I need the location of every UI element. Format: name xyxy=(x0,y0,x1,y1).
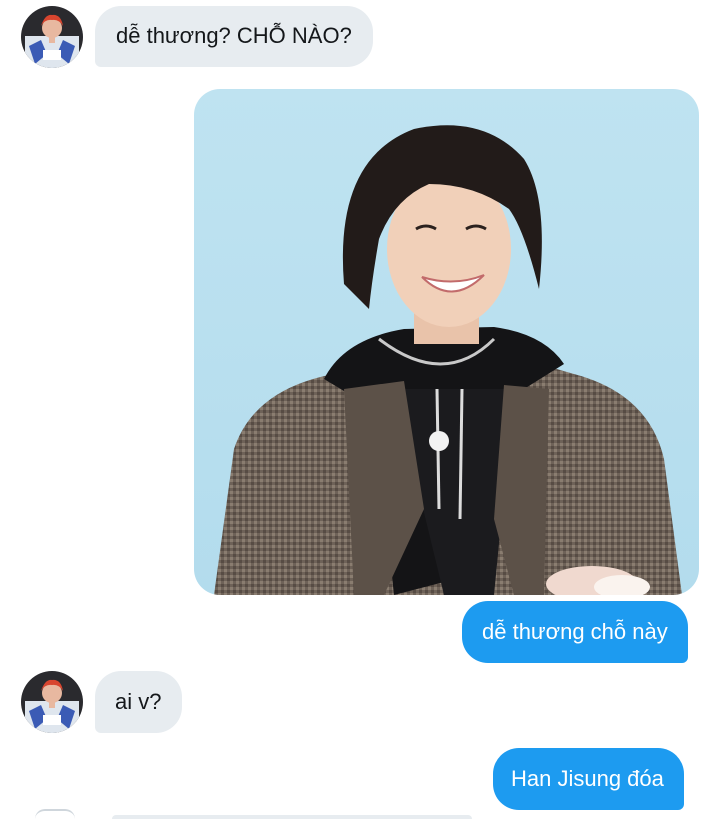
message-text: dễ thương chỗ này xyxy=(482,619,668,644)
incoming-message-bubble[interactable]: dễ thương? CHỖ NÀO? xyxy=(95,6,373,67)
message-text: ai v? xyxy=(115,689,162,714)
message-text: dễ thương? CHỖ NÀO? xyxy=(116,23,352,48)
incoming-message-bubble[interactable]: ai v? xyxy=(95,671,183,733)
partial-incoming-bubble xyxy=(112,815,472,819)
avatar-icon xyxy=(21,6,83,68)
avatar-icon xyxy=(21,671,83,733)
contact-avatar[interactable] xyxy=(21,671,83,733)
outgoing-message-bubble[interactable]: dễ thương chỗ này xyxy=(462,601,688,663)
chat-thread: dễ thương? CHỖ NÀO? dễ thương chỗ này ai… xyxy=(0,0,720,819)
partial-avatar xyxy=(35,809,75,819)
contact-avatar[interactable] xyxy=(21,6,83,68)
outgoing-message-bubble[interactable]: Han Jisung đóa xyxy=(493,748,684,810)
message-text: Han Jisung đóa xyxy=(511,766,664,791)
photo-message[interactable] xyxy=(194,89,699,595)
photo-image xyxy=(194,89,699,595)
